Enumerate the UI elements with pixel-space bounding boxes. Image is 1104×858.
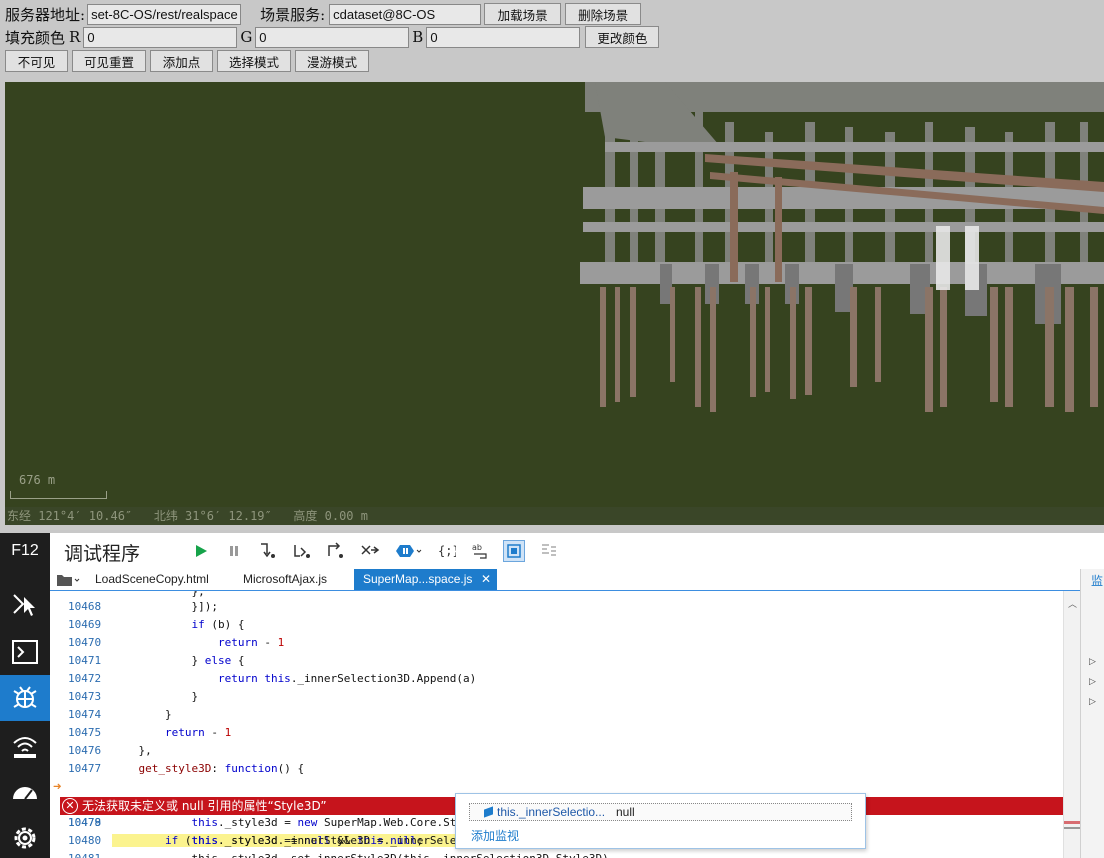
load-scene-button[interactable]: 加载场景	[484, 3, 562, 25]
reset-visible-button[interactable]: 可见重置	[72, 50, 146, 72]
pause-icon[interactable]	[223, 540, 245, 562]
watch-panel-label[interactable]: 监	[1091, 572, 1103, 589]
code-line: 10472 return this._innerSelection3D.Appe…	[68, 672, 477, 685]
datatip-value: null	[616, 805, 635, 819]
expand-arrow-icon[interactable]: ▷	[1089, 657, 1096, 667]
add-watch-link[interactable]: 添加监视	[471, 827, 519, 844]
change-color-button[interactable]: 更改颜色	[585, 26, 660, 48]
close-tab-icon[interactable]: ✕	[481, 569, 491, 590]
r-label: R	[69, 28, 81, 46]
folder-icon[interactable]	[56, 569, 86, 590]
expand-arrow-icon[interactable]: ▷	[1089, 677, 1096, 687]
scroll-up-icon[interactable]: ︿	[1068, 597, 1077, 610]
tab-supermap-space-label: SuperMap...space.js	[363, 572, 473, 586]
scene-service-label: 场景服务:	[260, 5, 326, 24]
exceptions-icon[interactable]	[395, 540, 423, 562]
code-line: 10475 return - 1	[68, 726, 232, 739]
scene-service-input[interactable]: cdataset@8C-OS	[329, 3, 482, 25]
datatip-expression: this._innerSelectio...	[497, 805, 606, 819]
object-icon	[484, 806, 493, 818]
debugger-icon[interactable]	[0, 675, 50, 721]
break-new-worker-icon[interactable]	[359, 540, 381, 562]
pretty-print-icon[interactable]: {;}	[436, 540, 458, 562]
tab-loadscenecopy[interactable]: LoadSceneCopy.html	[95, 569, 209, 590]
scale-label: 676 m	[19, 473, 56, 487]
continue-icon[interactable]	[190, 540, 212, 562]
execution-pointer-icon: ➜	[53, 779, 62, 795]
step-into-icon[interactable]	[257, 540, 279, 562]
b-input[interactable]: 0	[426, 26, 581, 48]
datatip-row[interactable]: this._innerSelectio... null	[469, 803, 852, 821]
r-input[interactable]: 0	[83, 26, 238, 48]
scene-control-form: 服务器地址: set-8C-OS/rest/realspace 场景服务: cd…	[0, 0, 1104, 82]
coordinate-status-bar: 东经 121°4′ 10.46″ 北纬 31°6′ 12.19″ 高度 0.00…	[5, 507, 1104, 525]
invisible-button[interactable]: 不可见	[5, 50, 68, 72]
devtools-panel: F12 调试程序 {;} ab	[0, 533, 1104, 858]
console-icon[interactable]	[0, 629, 50, 675]
pause-overlay-bar-right	[965, 226, 979, 290]
code-line: 10469 if (b) {	[68, 618, 245, 631]
error-icon: ✕	[62, 798, 78, 814]
tool-rail: F12	[0, 533, 50, 858]
step-out-icon[interactable]	[325, 540, 347, 562]
debugger-title: 调试程序	[64, 543, 141, 565]
svg-text:{;}: {;}	[438, 544, 456, 558]
g-label: G	[240, 28, 253, 46]
add-point-button[interactable]: 添加点	[150, 50, 213, 72]
scene-viewport[interactable]: 676 m 东经 121°4′ 10.46″ 北纬 31°6′ 12.19″ 高…	[5, 82, 1104, 525]
delete-scene-button[interactable]: 删除场景	[565, 3, 642, 25]
pause-overlay-bar-left	[936, 226, 950, 290]
step-over-icon[interactable]	[291, 540, 313, 562]
code-line: 10471 } else {	[68, 654, 245, 667]
watch-panel-edge: 监 ▷ ▷ ▷	[1080, 569, 1104, 858]
code-line: 10481 this._style3d._set_innerStyle3D(th…	[50, 850, 1063, 858]
select-mode-button[interactable]: 选择模式	[217, 50, 291, 72]
dom-explorer-icon[interactable]	[0, 581, 50, 627]
code-line: 10470 return - 1	[68, 636, 285, 649]
code-line: 10468 }]);	[68, 600, 218, 613]
code-scrollbar[interactable]: ︿	[1063, 591, 1081, 858]
roam-mode-button[interactable]: 漫游模式	[295, 50, 369, 72]
g-input[interactable]: 0	[255, 26, 410, 48]
exception-message: 无法获取未定义或 null 引用的属性“Style3D”	[82, 799, 327, 813]
f12-label: F12	[11, 542, 39, 559]
position-marker	[1064, 827, 1081, 829]
tab-supermap-space[interactable]: SuperMap...space.js ✕	[354, 569, 497, 590]
server-address-label: 服务器地址:	[5, 5, 86, 24]
performance-icon[interactable]	[0, 769, 50, 815]
scale-bar	[10, 491, 107, 499]
scene-3d-render	[5, 82, 1104, 525]
svg-text:ab: ab	[472, 543, 482, 552]
network-icon[interactable]	[0, 723, 50, 769]
expand-arrow-icon[interactable]: ▷	[1089, 697, 1096, 707]
b-label: B	[412, 28, 424, 46]
fill-color-label: 填充颜色	[5, 28, 66, 47]
server-address-input[interactable]: set-8C-OS/rest/realspace	[87, 3, 242, 25]
debugger-toolbar: 调试程序 {;} ab	[50, 533, 1104, 569]
settings-icon[interactable]	[0, 815, 50, 858]
error-marker	[1064, 821, 1081, 824]
word-wrap-icon[interactable]: ab	[470, 540, 492, 562]
code-line: 10477 get_style3D: function() {	[68, 762, 305, 775]
source-map-icon[interactable]	[538, 540, 560, 562]
code-line: 10476 },	[68, 744, 152, 757]
code-line: 10474 }	[68, 708, 172, 721]
file-tabs: LoadSceneCopy.html MicrosoftAjax.js Supe…	[50, 569, 1080, 591]
tab-microsoftajax[interactable]: MicrosoftAjax.js	[243, 569, 327, 590]
datatip: this._innerSelectio... null 添加监视	[455, 793, 866, 849]
code-line: 10473 }	[68, 690, 199, 703]
just-my-code-icon[interactable]	[503, 540, 525, 562]
